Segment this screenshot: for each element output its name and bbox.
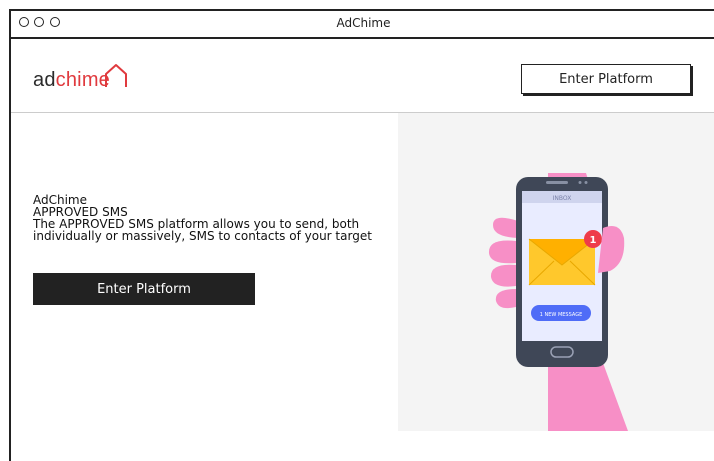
notification-badge-count: 1 [590,235,597,246]
logo-text-chime: chime [55,69,111,91]
adchime-logo[interactable]: adchime [33,69,110,92]
site-header: adchime Enter Platform [11,39,714,113]
hero-description-line2: individually or massively, SMS to contac… [33,229,372,243]
logo-text-ad: ad [33,69,56,91]
header-enter-platform-button[interactable]: Enter Platform [521,64,691,94]
inbox-label: INBOX [553,195,572,202]
hero-copy: AdChime APPROVED SMS The APPROVED SMS pl… [33,194,413,242]
phone-hand-illustration: INBOX 1 1 NEW MESSAGE [398,113,714,431]
hero-enter-platform-button[interactable]: Enter Platform [33,273,255,305]
browser-window: AdChime adchime Enter Platform AdChime A… [9,9,714,461]
logo-bell-icon [105,64,127,87]
title-bar: AdChime [11,11,714,39]
new-message-pill: 1 NEW MESSAGE [540,312,582,318]
window-title: AdChime [336,16,391,30]
